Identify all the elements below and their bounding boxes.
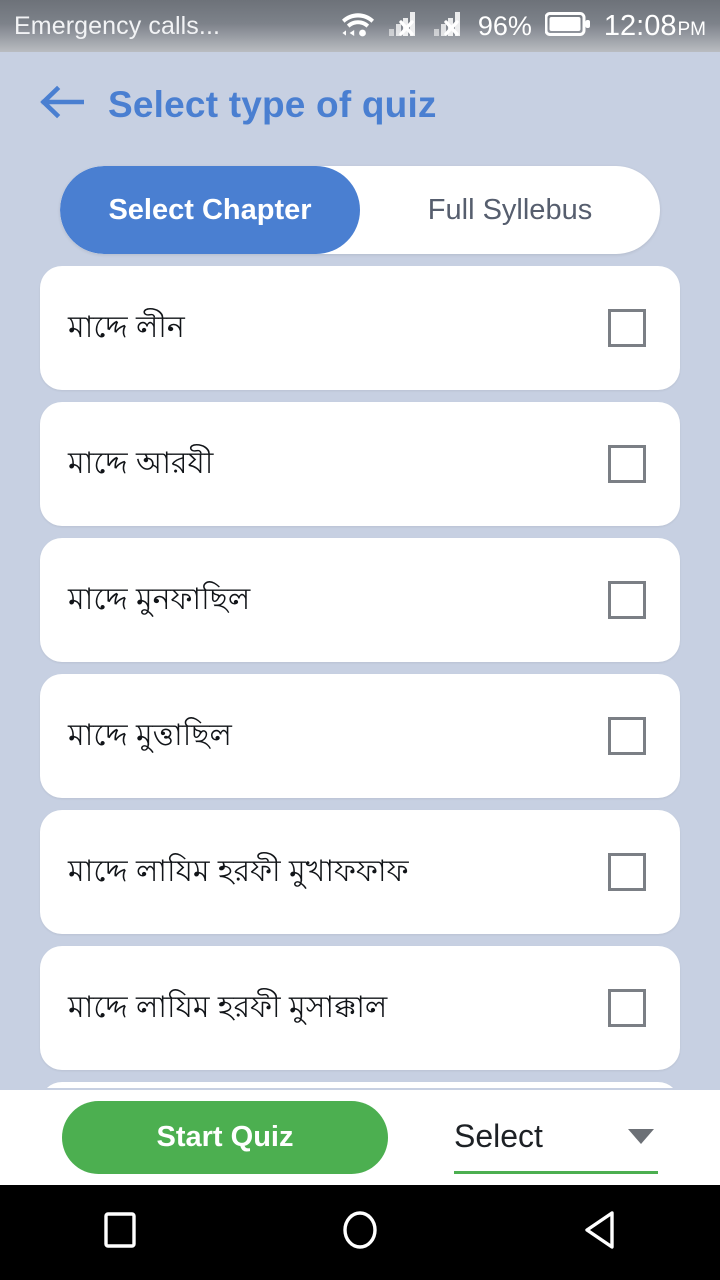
list-item[interactable]: মাদ্দে আরযী [40,402,680,526]
status-clock: 12:08 PM [604,10,706,43]
chapter-label: মাদ্দে আরযী [68,447,214,480]
wifi-icon [341,10,375,43]
chapter-label: মাদ্দে লাযিম হরফী মুখাফফাফ [68,855,409,888]
status-bar: Emergency calls... 96% 12:08 PM [0,0,720,52]
clock-time: 12:08 [603,9,677,42]
start-quiz-button[interactable]: Start Quiz [62,1101,388,1174]
android-navigation-bar [0,1185,720,1280]
clock-ampm: PM [677,18,707,40]
chapter-label: মাদ্দে মুত্তাছিল [68,719,232,752]
dropdown-value: Select [454,1117,543,1154]
chapter-label: মাদ্দে লীন [68,311,185,344]
quiz-type-toggle: Select Chapter Full Syllebus [60,166,660,254]
status-carrier-text: Emergency calls... [14,11,221,40]
list-item-partial[interactable] [40,1082,680,1088]
triangle-back-icon [582,1210,618,1255]
chapter-checkbox[interactable] [608,853,646,891]
chapter-checkbox[interactable] [608,309,646,347]
back-nav-button[interactable] [540,1185,660,1280]
chapter-checkbox[interactable] [608,717,646,755]
list-item[interactable]: মাদ্দে মুত্তাছিল [40,674,680,798]
list-item[interactable]: মাদ্দে মুনফাছিল [40,538,680,662]
list-item[interactable]: মাদ্দে লাযিম হরফী মুখাফফাফ [40,810,680,934]
chapter-checkbox[interactable] [608,989,646,1027]
arrow-left-icon [38,83,85,126]
chapter-label: মাদ্দে মুনফাছিল [68,583,251,616]
chapter-checkbox[interactable] [608,581,646,619]
tab-select-chapter[interactable]: Select Chapter [60,166,360,254]
question-count-dropdown[interactable]: Select [454,1101,658,1174]
status-icons-group: 96% 12:08 PM [341,10,706,43]
tab-full-syllebus[interactable]: Full Syllebus [360,166,660,254]
battery-icon [544,11,591,42]
battery-percent-label: 96% [477,10,532,41]
home-button[interactable] [300,1185,420,1280]
chapter-label: মাদ্দে লাযিম হরফী মুসাক্কাল [68,991,388,1024]
list-item[interactable]: মাদ্দে লাযিম হরফী মুসাক্কাল [40,946,680,1070]
bottom-action-bar: Start Quiz Select [0,1090,720,1185]
list-item[interactable]: মাদ্দে লীন [40,266,680,390]
app-header: Select type of quiz [0,52,720,157]
chapter-list[interactable]: মাদ্দে লীন মাদ্দে আরযী মাদ্দে মুনফাছিল ম… [0,266,720,1088]
signal-no-service-icon-2 [433,10,465,43]
chapter-checkbox[interactable] [608,445,646,483]
back-button[interactable] [18,62,104,148]
circle-home-icon [341,1210,379,1255]
recents-button[interactable] [60,1185,180,1280]
app-screen: Emergency calls... 96% 12:08 PM Select t… [0,0,720,1280]
page-title: Select type of quiz [108,83,437,125]
square-recents-icon [103,1211,137,1254]
signal-no-service-icon [388,10,420,43]
chevron-down-icon [628,1128,654,1144]
